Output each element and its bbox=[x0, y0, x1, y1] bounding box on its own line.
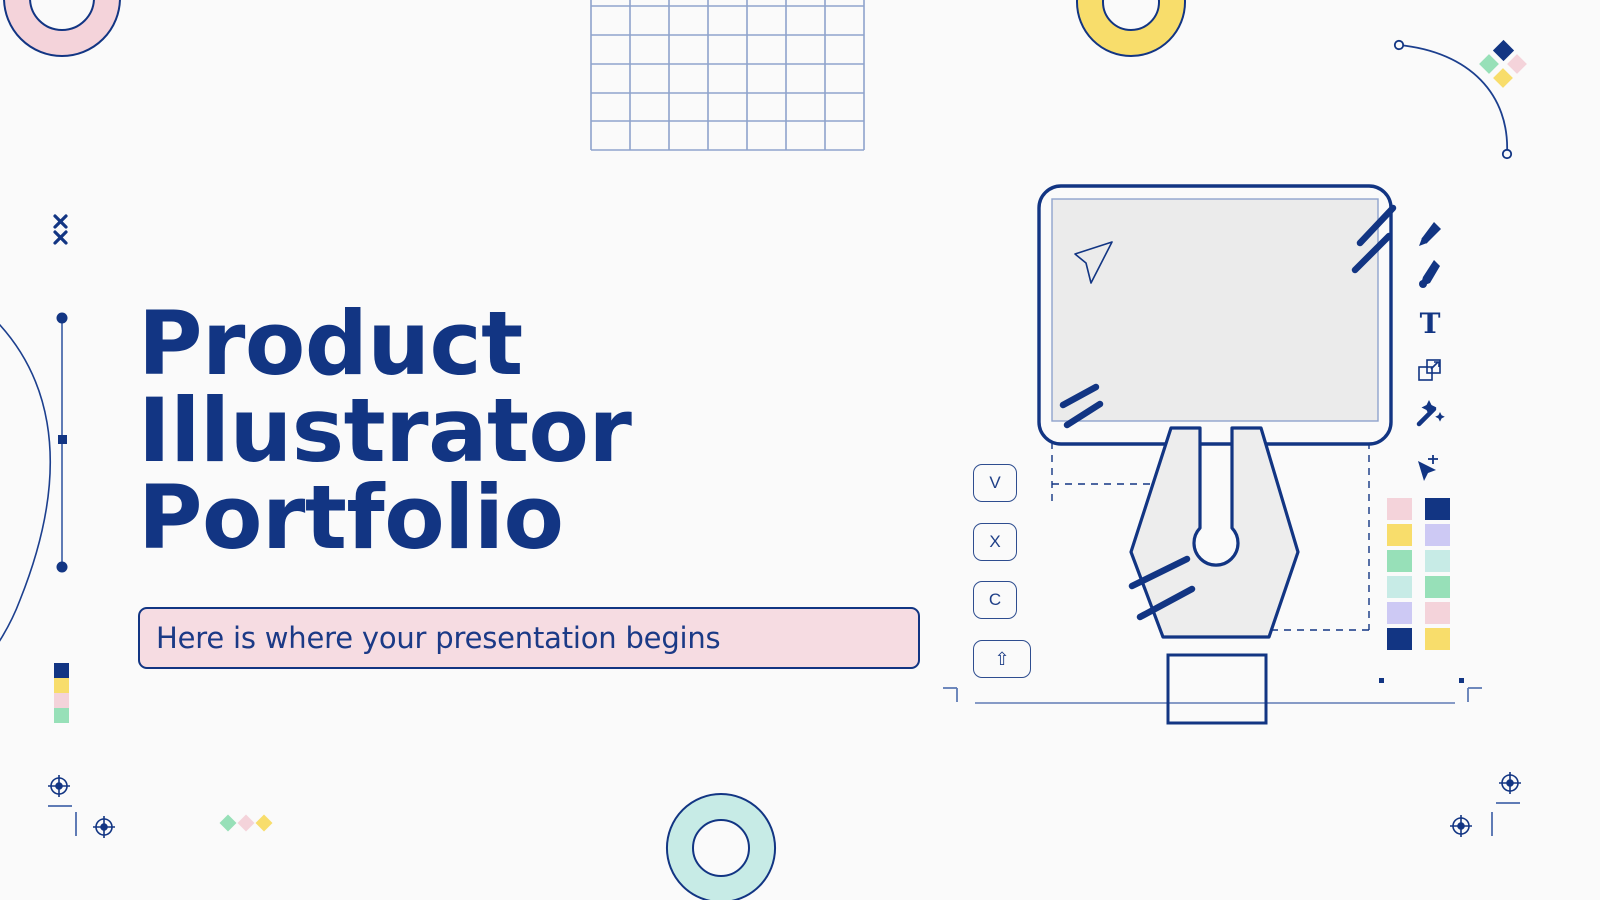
swatch[interactable] bbox=[1425, 524, 1450, 546]
keycap-v[interactable]: V bbox=[973, 464, 1017, 502]
subtitle-box: Here is where your presentation begins bbox=[138, 607, 920, 670]
title-block: Product Illustrator Portfolio Here is wh… bbox=[138, 292, 928, 670]
shine-lines-icon bbox=[1351, 204, 1397, 274]
left-curve-path bbox=[0, 323, 51, 642]
swatch[interactable] bbox=[1425, 550, 1450, 572]
shine-lines-icon bbox=[1128, 555, 1196, 621]
cursor-arrow-icon bbox=[1074, 241, 1113, 284]
swatch[interactable] bbox=[1425, 576, 1450, 598]
swatch[interactable] bbox=[1387, 576, 1412, 598]
page-title: Product Illustrator Portfolio bbox=[138, 292, 632, 570]
keycap-c[interactable]: C bbox=[973, 581, 1017, 619]
bezier-anchor-handles bbox=[56, 312, 68, 573]
swatch[interactable] bbox=[54, 708, 69, 723]
mini-color-strip bbox=[54, 663, 69, 723]
swatch[interactable] bbox=[1387, 524, 1412, 546]
diamond-cluster bbox=[1479, 39, 1527, 88]
diamond-row bbox=[219, 814, 273, 832]
tiny-marker-right bbox=[1459, 678, 1464, 683]
swatch[interactable] bbox=[1387, 628, 1412, 650]
scale-tool-icon[interactable] bbox=[1418, 359, 1441, 381]
swatch[interactable] bbox=[1425, 602, 1450, 624]
top-grid bbox=[590, 0, 865, 151]
tiny-marker-left bbox=[1379, 678, 1384, 683]
registration-mark-icon bbox=[48, 772, 1521, 838]
corner-tick-marks bbox=[48, 802, 1520, 836]
type-tool-icon[interactable]: T bbox=[1420, 307, 1441, 340]
swatch[interactable] bbox=[54, 678, 69, 693]
keycap-shift[interactable]: ⇧ bbox=[973, 640, 1031, 678]
keycap-v-label: V bbox=[989, 473, 1001, 492]
pen-nib-icon bbox=[1128, 426, 1300, 725]
tablet-screen bbox=[1037, 184, 1397, 446]
swatch[interactable] bbox=[1387, 602, 1412, 624]
subtitle-text: Here is where your presentation begins bbox=[156, 621, 721, 656]
swatch[interactable] bbox=[54, 693, 69, 708]
pink-ring bbox=[3, 0, 121, 58]
bezier-curve-path bbox=[1393, 39, 1513, 160]
toolbar: T bbox=[1416, 222, 1445, 481]
paintbrush-tool-icon[interactable] bbox=[1419, 260, 1440, 288]
keycap-x[interactable]: X bbox=[973, 523, 1017, 561]
x-marks-icon bbox=[53, 214, 68, 245]
presentation-slide: Product Illustrator Portfolio Here is wh… bbox=[0, 0, 1600, 900]
yellow-ring bbox=[1076, 0, 1186, 58]
keycap-shift-label: ⇧ bbox=[994, 648, 1010, 669]
swatch[interactable] bbox=[54, 663, 69, 678]
pen-tool-icon[interactable] bbox=[1419, 222, 1441, 246]
keycap-x-label: X bbox=[989, 532, 1001, 551]
swatch[interactable] bbox=[1387, 550, 1412, 572]
mint-ring bbox=[666, 792, 776, 900]
swatch[interactable] bbox=[1387, 498, 1412, 520]
pen-holder bbox=[1166, 653, 1268, 725]
color-swatch-grid bbox=[1387, 498, 1450, 650]
direct-selection-add-icon[interactable] bbox=[1418, 455, 1438, 481]
magic-wand-tool-icon[interactable] bbox=[1416, 400, 1445, 427]
keycap-c-label: C bbox=[988, 590, 1002, 609]
swatch[interactable] bbox=[1425, 628, 1450, 650]
swatch[interactable] bbox=[1425, 498, 1450, 520]
shine-lines-icon bbox=[1059, 383, 1104, 429]
